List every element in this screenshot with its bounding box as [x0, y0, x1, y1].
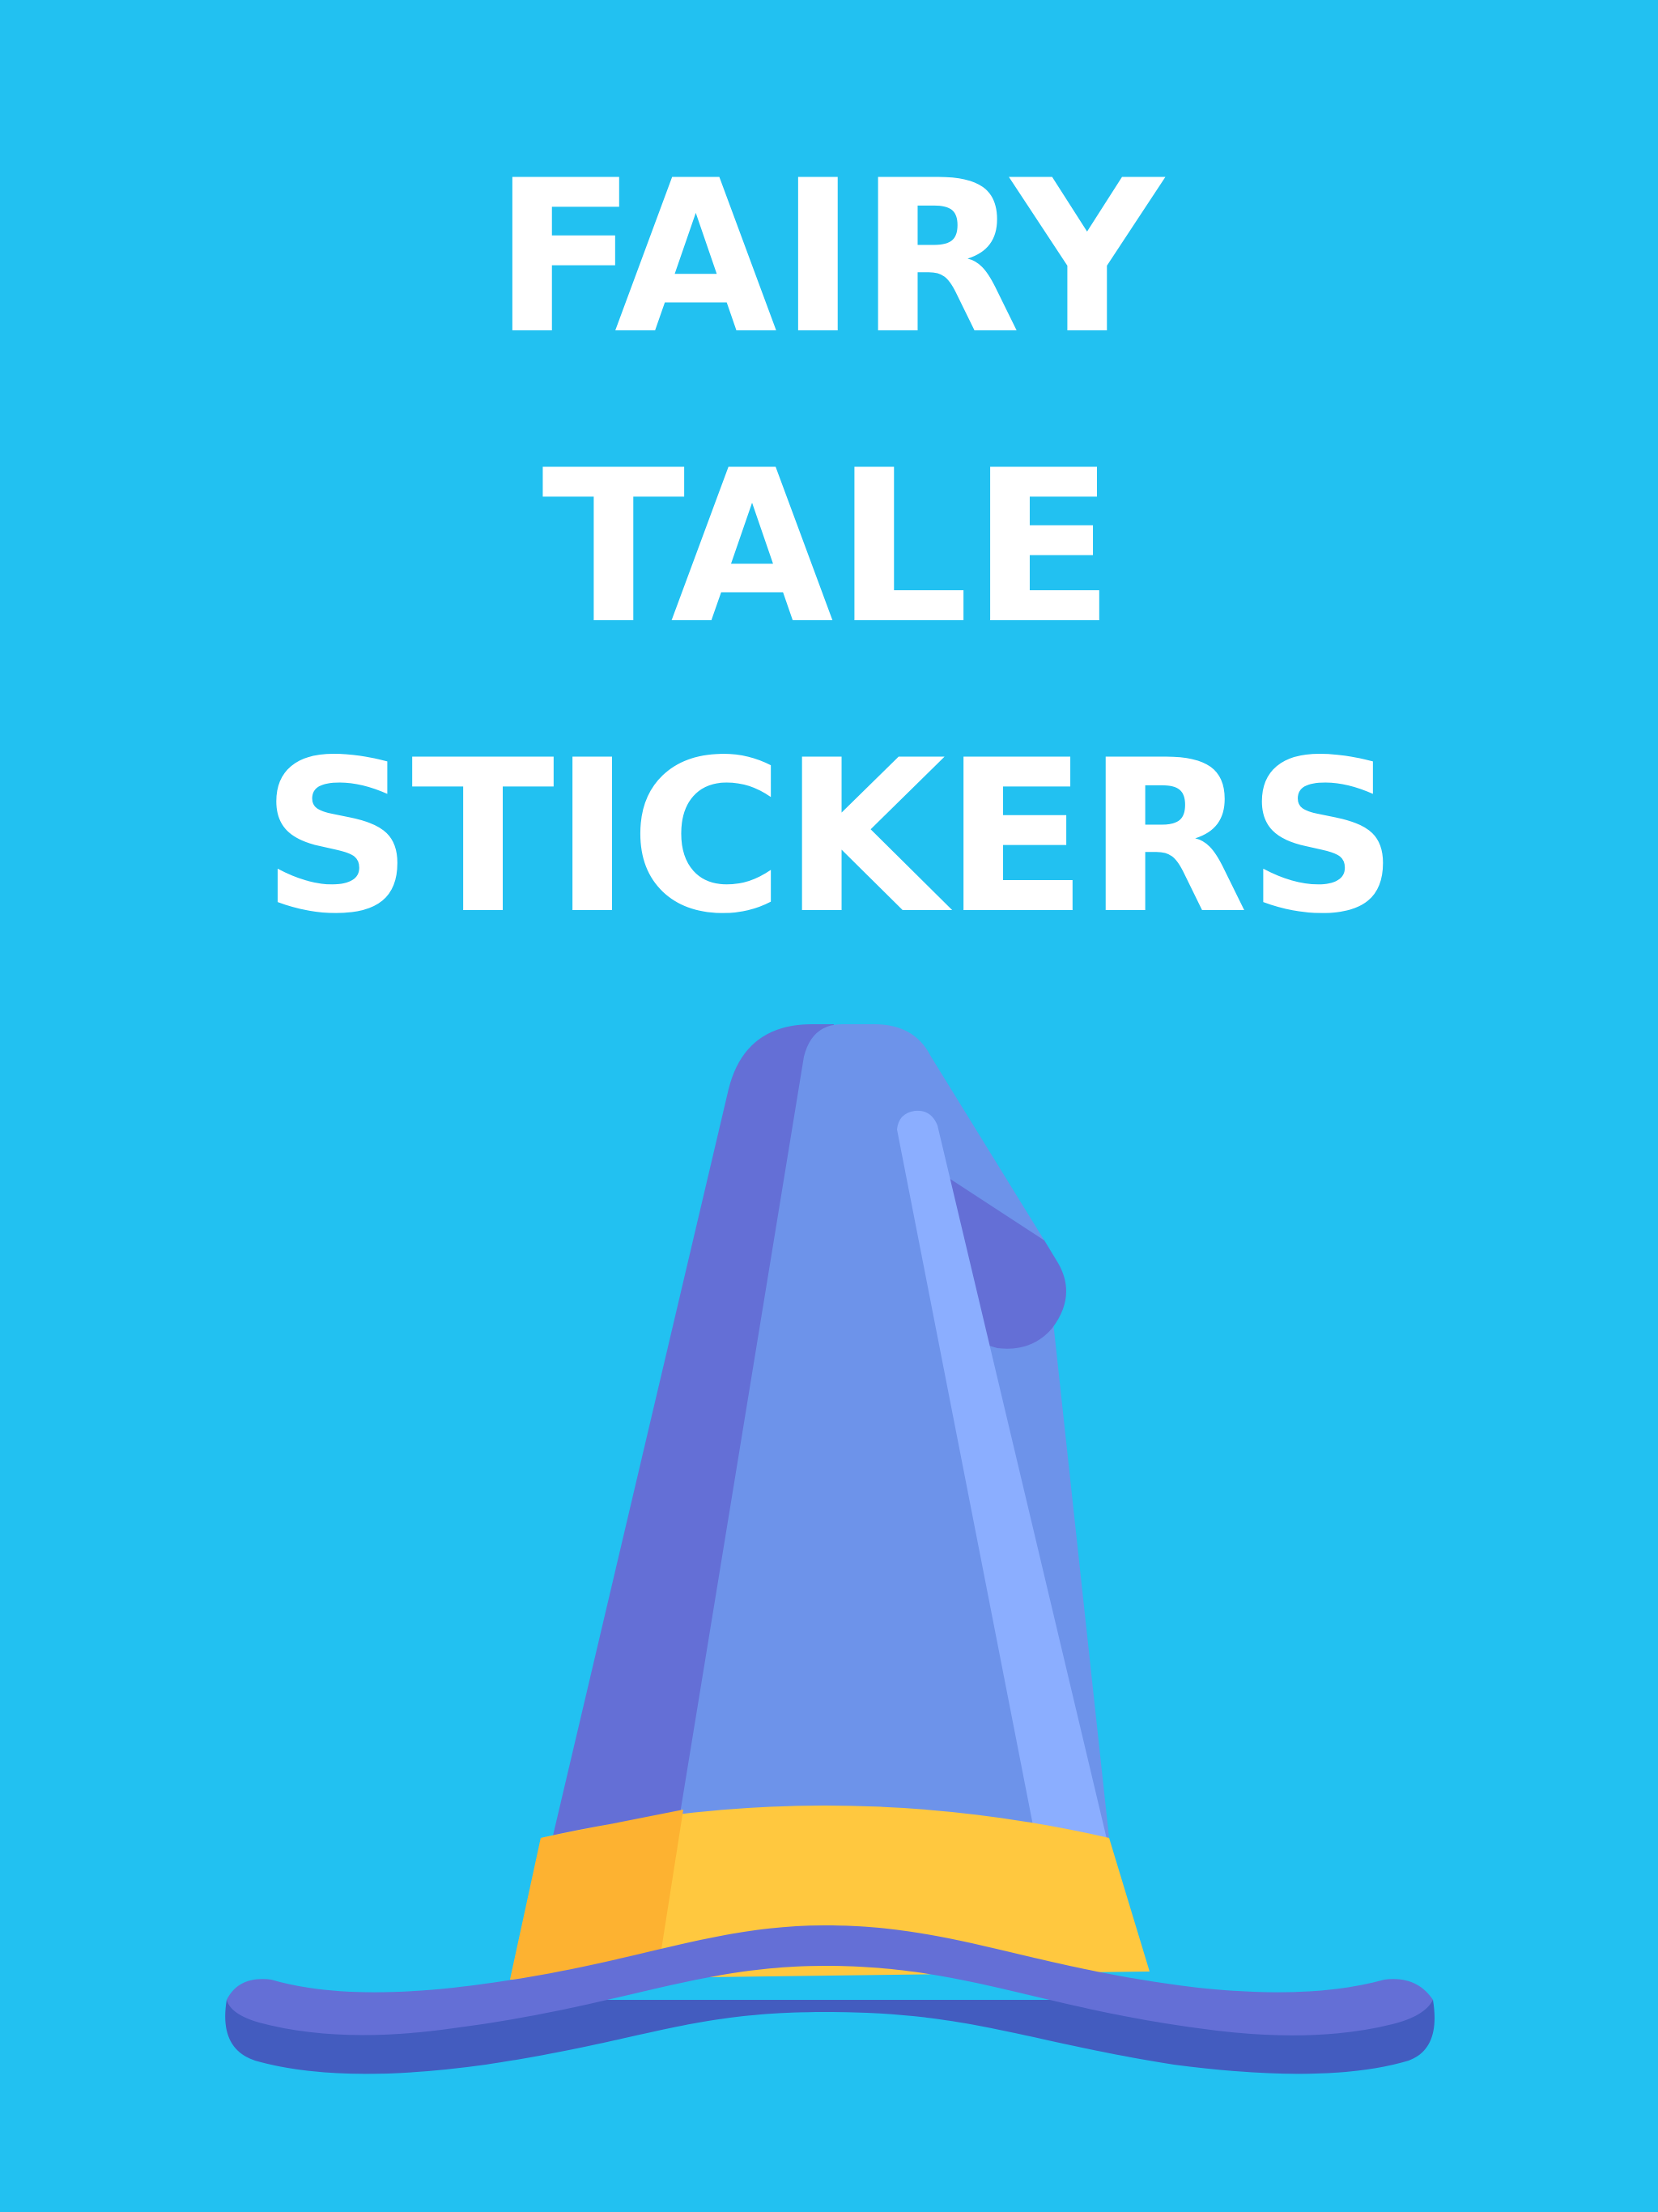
wizard-hat-icon [225, 1024, 1435, 2074]
hat-brim [227, 1925, 1433, 2035]
poster: FAIRY TALE STICKERS [0, 0, 1658, 2212]
